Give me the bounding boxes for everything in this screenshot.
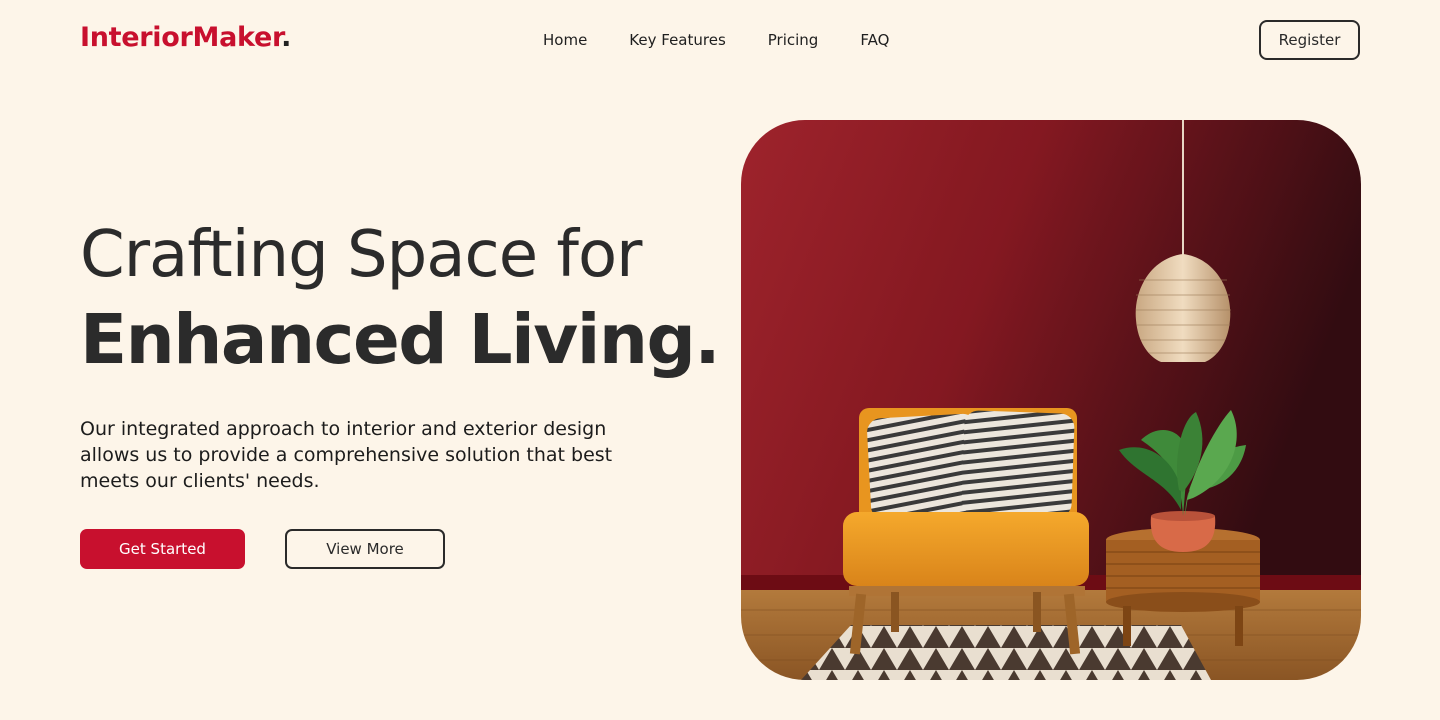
get-started-button[interactable]: Get Started: [80, 529, 245, 569]
main-nav: Home Key Features Pricing FAQ: [543, 30, 931, 50]
hero-headline-bold: Enhanced Living.: [80, 300, 721, 380]
hero-headline-light: Crafting Space for: [80, 218, 642, 292]
logo-dot: .: [281, 22, 292, 53]
hero-description: Our integrated approach to interior and …: [80, 418, 613, 492]
hero-image: [741, 120, 1361, 680]
view-more-button[interactable]: View More: [285, 529, 445, 569]
logo-text: InteriorMaker: [80, 22, 282, 53]
landing-page: InteriorMaker. Home Key Features Pricing…: [0, 0, 1440, 720]
nav-faq[interactable]: FAQ: [860, 30, 889, 50]
nav-pricing[interactable]: Pricing: [768, 30, 819, 50]
nav-home[interactable]: Home: [543, 30, 587, 50]
nav-key-features[interactable]: Key Features: [629, 30, 725, 50]
interior-photo-icon: [741, 120, 1361, 680]
brand-logo[interactable]: InteriorMaker.: [80, 22, 291, 53]
register-button[interactable]: Register: [1259, 20, 1360, 60]
